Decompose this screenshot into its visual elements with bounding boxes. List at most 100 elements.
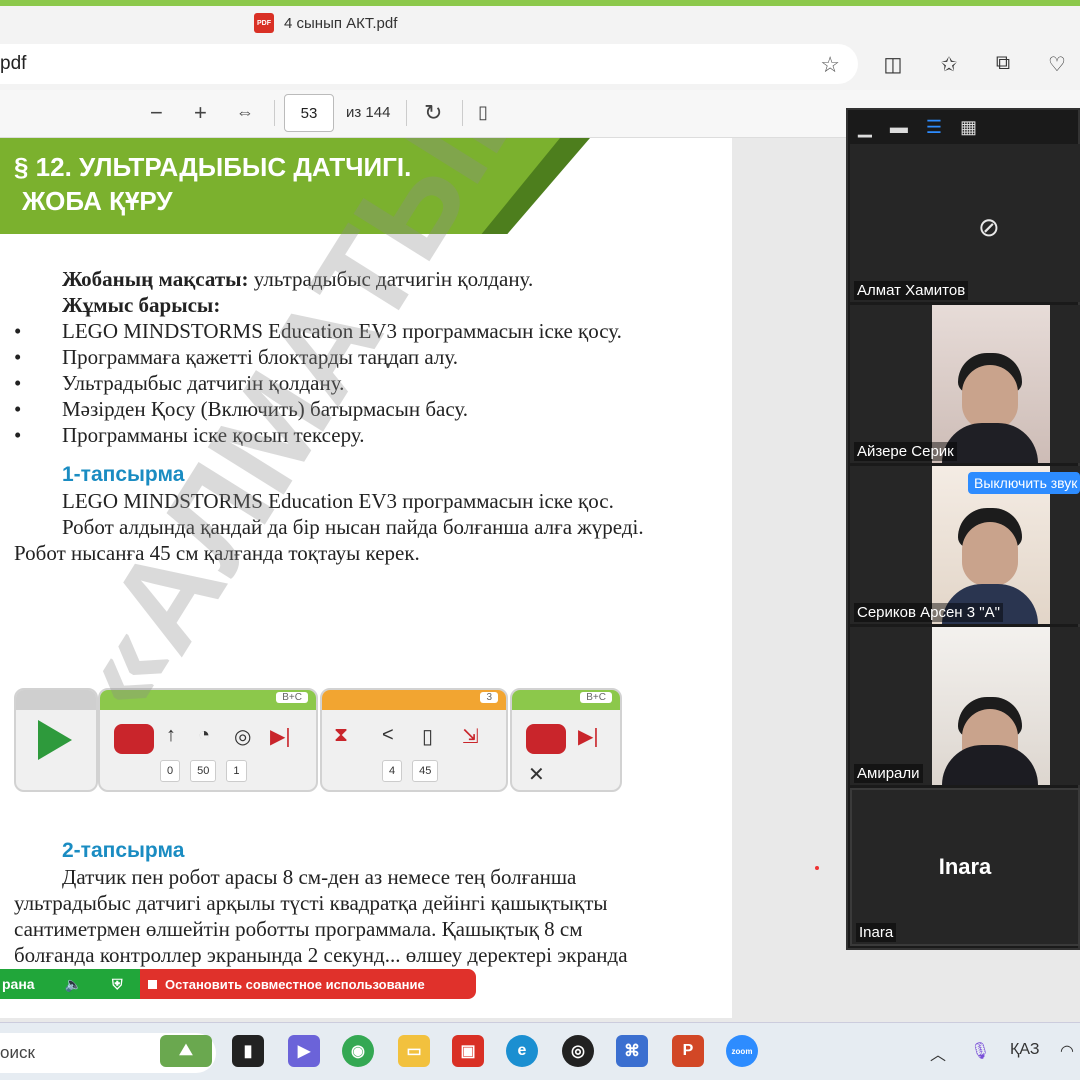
goal-label: Жобаның мақсаты:: [62, 267, 249, 291]
gallery-view-icon[interactable]: ▦: [960, 117, 977, 138]
zoom-app-icon[interactable]: zoom: [726, 1035, 758, 1067]
port-tag: B+C: [276, 692, 308, 703]
app-icon[interactable]: ▣: [452, 1035, 484, 1067]
stop-share-label: Остановить совместное использование: [165, 976, 425, 992]
value-field: 1: [226, 760, 247, 782]
rotate-icon[interactable]: ↻: [424, 100, 442, 126]
address-row: pdf ☆ ◫ ✩ ⧉ ♡: [0, 40, 1080, 90]
participant-tile[interactable]: ⊘ Алмат Хамитов: [850, 144, 1080, 302]
work-label: Жұмыс барысы:: [62, 293, 221, 317]
participant-video: [932, 627, 1050, 785]
task1-line2: Робот алдында қандай да бір нысан пайда …: [14, 515, 644, 565]
browser-health-icon[interactable]: ♡: [1044, 52, 1070, 77]
stop-share-button[interactable]: Остановить совместное использование: [140, 969, 476, 999]
motor-icon: [526, 724, 566, 754]
list-item: • Ультрадыбыс датчигін қолдану.: [14, 370, 644, 396]
microphone-icon[interactable]: 🎙: [970, 1041, 990, 1061]
sensor-icon: ▯: [422, 726, 434, 748]
powerpoint-icon[interactable]: P: [672, 1035, 704, 1067]
mute-tooltip: Выключить звук: [968, 472, 1080, 494]
task1-heading: 1-тапсырма: [62, 463, 185, 486]
block-header: 3: [322, 690, 506, 710]
tab-strip: PDF 4 сынып АКТ.pdf: [0, 6, 1080, 40]
off-icon: ✕: [528, 764, 545, 786]
list-item: • Мәзірден Қосу (Включить) батырмасын бас…: [14, 396, 644, 422]
wifi-icon[interactable]: ◠: [1060, 1041, 1074, 1061]
hourglass-icon: ⧗: [334, 724, 349, 746]
task-view-icon[interactable]: ▮: [232, 1035, 264, 1067]
task2-heading: 2-тапсырма: [62, 839, 185, 862]
move-steering-block: B+C ↑ ◔ ◎ ▶| 0 50 1: [98, 688, 318, 792]
video-figure: [942, 745, 1038, 785]
motor-icon: [114, 724, 154, 754]
value-field: 50: [190, 760, 217, 782]
python-icon[interactable]: ⌘: [616, 1035, 648, 1067]
page-body: Жобаның мақсаты: ультрадыбыс датчигін қо…: [14, 266, 644, 566]
camera-off-icon: ⊘: [978, 212, 1000, 242]
ev3-program-blocks: B+C ↑ ◔ ◎ ▶| 0 50 1 3 ⧗ < ▯ ⇲ 4 45 B+C ▶…: [14, 688, 634, 796]
participant-tile[interactable]: Амирали: [850, 627, 1080, 785]
block-values: 4 45: [382, 760, 439, 782]
app-circle-icon[interactable]: ◎: [562, 1035, 594, 1067]
block-values: 0 50 1: [160, 760, 247, 782]
list-item: • Программаға қажетті блоктарды таңдап ал…: [14, 344, 644, 370]
minimize-icon[interactable]: ▁: [858, 117, 872, 138]
edge-icon[interactable]: e: [506, 1035, 538, 1067]
teams-chat-icon[interactable]: ▶: [288, 1035, 320, 1067]
file-explorer-icon[interactable]: ▭: [398, 1035, 430, 1067]
participant-tile[interactable]: Айзере Серик: [850, 305, 1080, 463]
tab-pdf[interactable]: PDF 4 сынып АКТ.pdf: [254, 10, 397, 36]
brake-icon: ▶|: [578, 726, 599, 748]
zoom-out-icon[interactable]: −: [150, 100, 163, 126]
address-text: pdf: [0, 53, 27, 74]
chapter-title-line2: ЖОБА ҚҰРУ: [22, 186, 173, 216]
collections-icon[interactable]: ⧉: [990, 52, 1016, 75]
zoom-gallery: ▁ ▬ ☰ ▦ ⊘ Алмат Хамитов Айзере Серик Сер…: [846, 108, 1080, 950]
play-icon: [38, 720, 72, 760]
video-figure: [962, 522, 1018, 586]
participant-name: Амирали: [854, 764, 923, 783]
chapter-title-line1: § 12. УЛЬТРАДЫБЫС ДАТЧИГІ.: [14, 152, 412, 182]
gallery-toolbar: ▁ ▬ ☰ ▦: [848, 110, 1078, 144]
wait-ultrasonic-block: 3 ⧗ < ▯ ⇲ 4 45: [320, 688, 508, 792]
bullet-text: LEGO MINDSTORMS Education EV3 программас…: [62, 319, 622, 343]
chrome-icon[interactable]: ◉: [342, 1035, 374, 1067]
address-bar[interactable]: pdf ☆: [0, 44, 858, 84]
share-status[interactable]: рана 🔈 ⛨: [0, 969, 140, 999]
value-field: 4: [382, 760, 403, 782]
block-header: B+C: [512, 690, 620, 710]
toolbar-divider: [274, 100, 275, 126]
tab-title: 4 сынып АКТ.pdf: [284, 14, 398, 32]
rotation-icon: ◎: [234, 726, 252, 748]
bullet-text: Программаға қажетті блоктарды таңдап алу…: [62, 345, 458, 369]
less-than-icon: <: [382, 724, 394, 746]
fit-width-icon[interactable]: ⇔: [236, 102, 254, 123]
window-view-icon[interactable]: ▬: [890, 117, 908, 138]
speaker-view-icon[interactable]: ☰: [926, 117, 942, 138]
zoom-in-icon[interactable]: +: [194, 100, 207, 126]
widgets-icon[interactable]: ⛰: [160, 1035, 212, 1067]
language-indicator[interactable]: ҚАЗ: [1010, 1041, 1039, 1059]
participant-display-name: Inara: [938, 854, 992, 879]
chevron-up-icon[interactable]: ︿: [930, 1041, 946, 1065]
task1-line1: LEGO MINDSTORMS Education EV3 программас…: [62, 489, 614, 513]
block-header: B+C: [100, 690, 316, 710]
pdf-page: § 12. УЛЬТРАДЫБЫС ДАТЧИГІ. ЖОБА ҚҰРУ Жоб…: [0, 138, 732, 1018]
participant-video: [932, 305, 1050, 463]
toolbar-divider: [406, 100, 407, 126]
security-shield-icon[interactable]: ⛨: [112, 976, 123, 993]
audio-icon[interactable]: 🔈: [65, 976, 82, 993]
pdf-file-icon: PDF: [254, 13, 274, 33]
page-number-input[interactable]: 53: [284, 94, 334, 132]
port-tag: B+C: [580, 692, 612, 703]
search-label: оиск: [0, 1043, 35, 1062]
participant-name: Айзере Серик: [854, 442, 957, 461]
participant-tile[interactable]: Inara Inara: [850, 788, 1080, 946]
goal-line: Жобаның мақсаты: ультрадыбыс датчигін қо…: [14, 266, 644, 292]
favorite-star-icon[interactable]: ☆: [820, 52, 840, 78]
page-view-icon[interactable]: ▯: [478, 102, 488, 123]
split-screen-icon[interactable]: ◫: [880, 52, 906, 77]
list-item: • Программаны іске қосып тексеру.: [14, 422, 644, 448]
toolbar-divider: [462, 100, 463, 126]
favorites-icon[interactable]: ✩: [936, 52, 962, 77]
